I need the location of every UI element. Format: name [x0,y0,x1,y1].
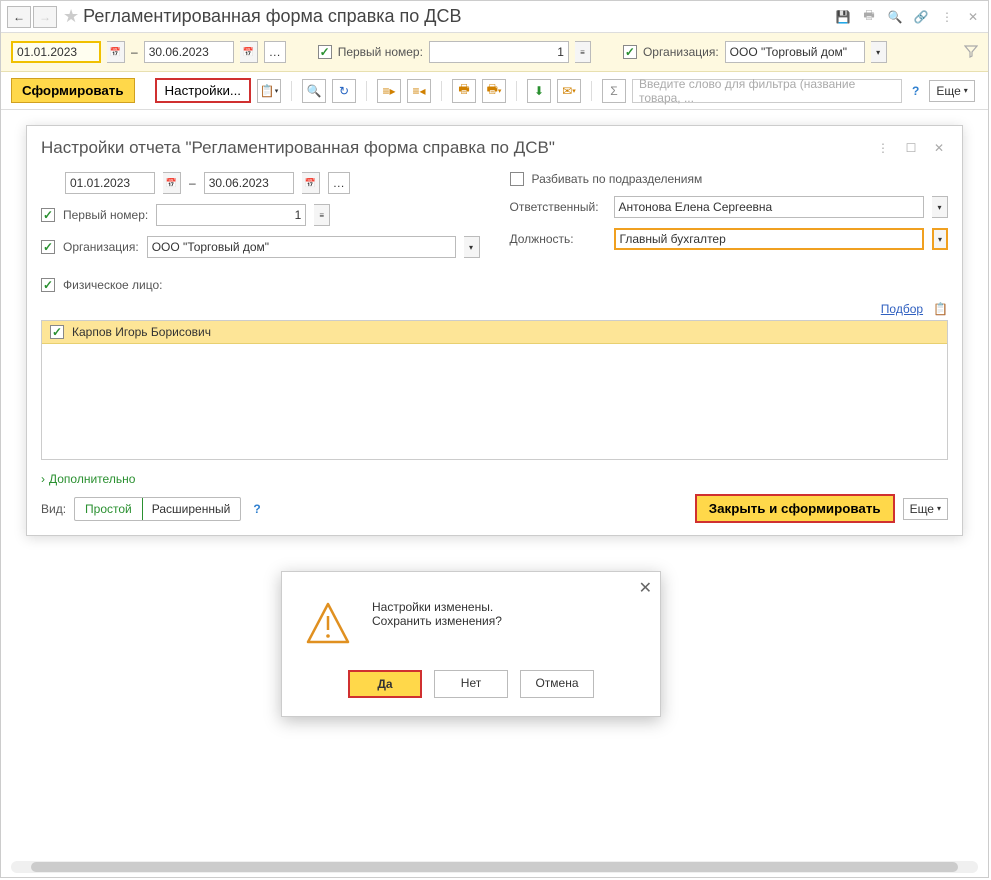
main-window: ← → ★ Регламентированная форма справка п… [0,0,989,878]
title-bar: ← → ★ Регламентированная форма справка п… [1,1,988,33]
dlg-date-from-input[interactable]: 01.01.2023 [65,172,155,194]
chevron-right-icon: › [41,472,45,486]
dialog-maximize-icon[interactable]: ☐ [902,139,920,157]
mode-help-button[interactable]: ? [249,502,264,516]
dlg-date-from-calendar[interactable]: 📅 [163,172,181,194]
dlg-date-to-input[interactable]: 30.06.2023 [204,172,294,194]
generate-button[interactable]: Сформировать [11,78,135,103]
settings-variants-button[interactable]: 📋▾ [257,79,281,103]
org-label: Организация: [643,45,719,59]
dlg-split-label: Разбивать по подразделениям [532,172,703,186]
dlg-position-label: Должность: [510,232,606,246]
date-range-sep: – [131,45,138,59]
nav-back-button[interactable]: ← [7,6,31,28]
dlg-person-checkbox[interactable] [41,278,55,292]
more-icon[interactable]: ⋮ [938,8,956,26]
first-number-label: Первый номер: [338,45,423,59]
sum-button[interactable]: Σ [602,79,626,103]
print-icon[interactable]: 🖶 [860,8,878,26]
settings-dialog: Настройки отчета "Регламентированная фор… [26,125,963,536]
confirm-close-icon[interactable]: ✕ [639,578,652,598]
toolbar-more-button[interactable]: Еще▾ [929,80,974,102]
dlg-org-checkbox[interactable] [41,240,55,254]
dlg-date-to-calendar[interactable]: 📅 [302,172,320,194]
print-button[interactable]: 🖶 [452,79,476,103]
date-from-input[interactable]: 01.01.2023 [11,41,101,63]
dlg-first-number-checkbox[interactable] [41,208,55,222]
email-button[interactable]: ✉▾ [557,79,581,103]
report-area: Настройки отчета "Регламентированная фор… [1,110,988,856]
dlg-org-dropdown-button[interactable]: ▾ [464,236,480,258]
toolbar: Сформировать Настройки... 📋▾ 🔍 ↻ ≡▸ ≡◂ 🖶… [1,72,988,110]
dlg-responsible-dropdown-button[interactable]: ▾ [932,196,948,218]
filter-search-input[interactable]: Введите слово для фильтра (название това… [632,79,902,103]
first-number-stepper[interactable]: ≡ [575,41,591,63]
confirm-dialog: ✕ Настройки изменены. Сохранить изменени… [281,571,661,717]
date-to-calendar-button[interactable]: 📅 [240,41,258,63]
filter-funnel-icon[interactable] [964,44,978,61]
person-list[interactable]: Карпов Игорь Борисович [41,320,948,460]
date-ellipsis-button[interactable]: … [264,41,286,63]
nav-forward-button[interactable]: → [33,6,57,28]
link-icon[interactable]: 🔗 [912,8,930,26]
dlg-date-ellipsis[interactable]: … [328,172,350,194]
warning-icon [304,600,352,648]
save-file-button[interactable]: ⬇ [527,79,551,103]
dlg-org-label: Организация: [63,240,139,254]
dlg-org-dropdown[interactable]: ООО "Торговый дом" [147,236,456,258]
search-icon[interactable]: 🔍 [302,79,326,103]
close-icon[interactable]: ✕ [964,8,982,26]
confirm-no-button[interactable]: Нет [434,670,508,698]
print-dropdown-button[interactable]: 🖶▾ [482,79,506,103]
collapse-icon[interactable]: ≡◂ [407,79,431,103]
dialog-more-icon[interactable]: ⋮ [874,139,892,157]
paste-icon[interactable]: 📋 [933,302,948,316]
confirm-yes-button[interactable]: Да [348,670,422,698]
mode-label: Вид: [41,502,66,516]
mode-advanced-button[interactable]: Расширенный [142,498,241,520]
dialog-close-icon[interactable]: ✕ [930,139,948,157]
preview-icon[interactable]: 🔍 [886,8,904,26]
dlg-first-number-stepper[interactable]: ≡ [314,204,330,226]
settings-dialog-title: Настройки отчета "Регламентированная фор… [41,138,874,158]
horizontal-scrollbar[interactable] [11,861,978,873]
date-to-input[interactable]: 30.06.2023 [144,41,234,63]
scrollbar-thumb[interactable] [31,862,958,872]
pick-link[interactable]: Подбор [881,302,923,316]
person-row[interactable]: Карпов Игорь Борисович [42,321,947,344]
expand-icon[interactable]: ≡▸ [377,79,401,103]
person-row-name: Карпов Игорь Борисович [72,325,211,339]
additional-toggle[interactable]: › Дополнительно [41,472,948,486]
confirm-cancel-button[interactable]: Отмена [520,670,594,698]
dlg-split-checkbox[interactable] [510,172,524,186]
refresh-icon[interactable]: ↻ [332,79,356,103]
org-dropdown[interactable]: ООО "Торговый дом" [725,41,865,63]
filter-bar: 01.01.2023 📅 – 30.06.2023 📅 … Первый ном… [1,33,988,72]
settings-button[interactable]: Настройки... [155,78,251,103]
dlg-position-input[interactable]: Главный бухгалтер [614,228,925,250]
dlg-responsible-label: Ответственный: [510,200,606,214]
first-number-checkbox[interactable] [318,45,332,59]
first-number-input[interactable]: 1 [429,41,569,63]
dlg-first-number-label: Первый номер: [63,208,148,222]
dlg-person-label: Физическое лицо: [63,278,162,292]
help-button[interactable]: ? [908,84,923,98]
date-from-calendar-button[interactable]: 📅 [107,41,125,63]
person-row-checkbox[interactable] [50,325,64,339]
org-checkbox[interactable] [623,45,637,59]
confirm-text-line2: Сохранить изменения? [372,614,502,628]
dlg-responsible-input[interactable]: Антонова Елена Сергеевна [614,196,925,218]
org-dropdown-button[interactable]: ▾ [871,41,887,63]
dlg-first-number-input[interactable]: 1 [156,204,306,226]
settings-more-button[interactable]: Еще▾ [903,498,948,520]
close-generate-button[interactable]: Закрыть и сформировать [695,494,895,523]
mode-segment: Простой Расширенный [74,497,241,521]
window-title: Регламентированная форма справка по ДСВ [83,6,834,27]
confirm-text-line1: Настройки изменены. [372,600,502,614]
dlg-position-dropdown-button[interactable]: ▾ [932,228,948,250]
mode-simple-button[interactable]: Простой [74,497,143,521]
favorite-star-icon[interactable]: ★ [63,6,79,27]
save-icon[interactable]: 💾 [834,8,852,26]
